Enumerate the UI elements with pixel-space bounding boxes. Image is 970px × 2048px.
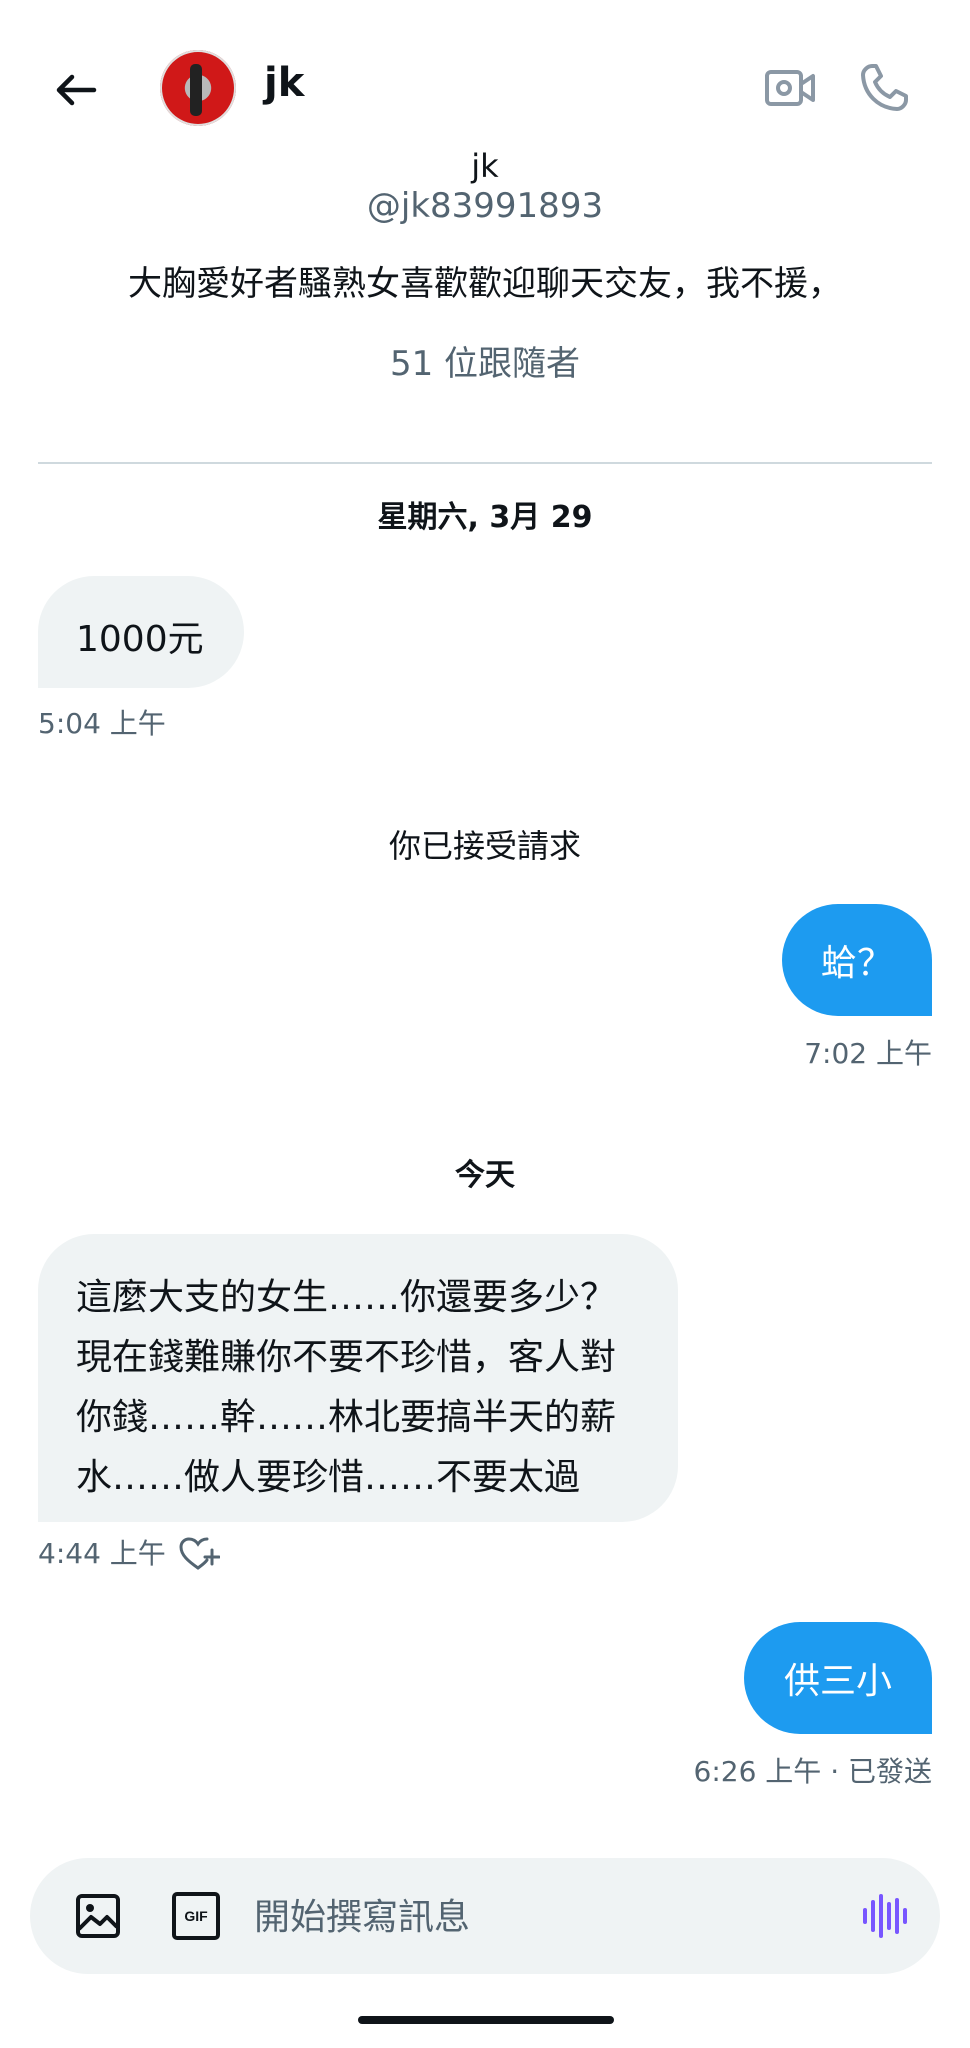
received-message[interactable]: 這麼大支的女生……你還要多少？ 現在錢難賺你不要不珍惜，客人對 你錢……幹……林… xyxy=(38,1234,678,1522)
message-text: 1000元 xyxy=(76,619,204,660)
message-line: 現在錢難賺你不要不珍惜，客人對 xyxy=(76,1337,617,1378)
message-status: 6:26 上午 · 已發送 xyxy=(693,1755,932,1788)
image-icon xyxy=(76,1894,120,1938)
profile-followers[interactable]: 51 位跟隨者 xyxy=(0,342,970,386)
back-button[interactable] xyxy=(44,58,108,122)
sent-message[interactable]: 供三小 xyxy=(744,1622,932,1734)
message-line: 這麼大支的女生……你還要多少？ xyxy=(76,1277,617,1318)
back-arrow-icon xyxy=(56,74,97,106)
add-reaction-button[interactable] xyxy=(176,1532,221,1576)
received-message[interactable]: 1000元 xyxy=(38,576,244,688)
video-call-button[interactable] xyxy=(758,56,822,120)
message-timestamp: 4:44 上午 xyxy=(38,1537,166,1570)
divider xyxy=(38,462,932,464)
avatar[interactable] xyxy=(160,50,236,126)
gif-label: GIF xyxy=(184,1908,208,1924)
message-line: 水……做人要珍惜……不要太過 xyxy=(76,1457,581,1498)
audio-wave-icon xyxy=(863,1894,907,1938)
video-camera-icon xyxy=(765,70,815,106)
voice-call-button[interactable] xyxy=(852,56,916,120)
header-username[interactable]: jk xyxy=(264,60,304,106)
profile-display-name: jk xyxy=(471,147,499,185)
heart-plus-icon xyxy=(179,1537,221,1570)
image-button[interactable] xyxy=(70,1888,126,1944)
profile-handle[interactable]: @jk83991893 xyxy=(0,184,970,228)
date-separator: 星期六, 3月 29 xyxy=(377,500,593,535)
conversation-header: jk xyxy=(0,0,970,150)
message-timestamp: 7:02 上午 xyxy=(804,1037,932,1070)
system-message: 你已接受請求 xyxy=(388,827,581,865)
profile-bio: 大胸愛好者騷熟女喜歡歡迎聊天交友，我不援， xyxy=(128,264,842,304)
message-text: 蛤？ xyxy=(820,943,893,984)
voice-message-button[interactable] xyxy=(856,1888,912,1944)
message-text: 供三小 xyxy=(783,1661,892,1702)
message-composer: GIF xyxy=(30,1858,940,1974)
message-input[interactable] xyxy=(252,1890,836,1944)
gif-icon: GIF xyxy=(172,1892,220,1940)
message-timestamp: 5:04 上午 xyxy=(38,707,166,740)
date-separator: 今天 xyxy=(455,1158,515,1193)
sent-message[interactable]: 蛤？ xyxy=(782,904,932,1016)
message-line: 你錢……幹……林北要搞半天的薪 xyxy=(76,1397,617,1438)
home-indicator[interactable] xyxy=(358,2016,614,2024)
phone-icon xyxy=(861,64,908,111)
gif-button[interactable]: GIF xyxy=(168,1888,224,1944)
